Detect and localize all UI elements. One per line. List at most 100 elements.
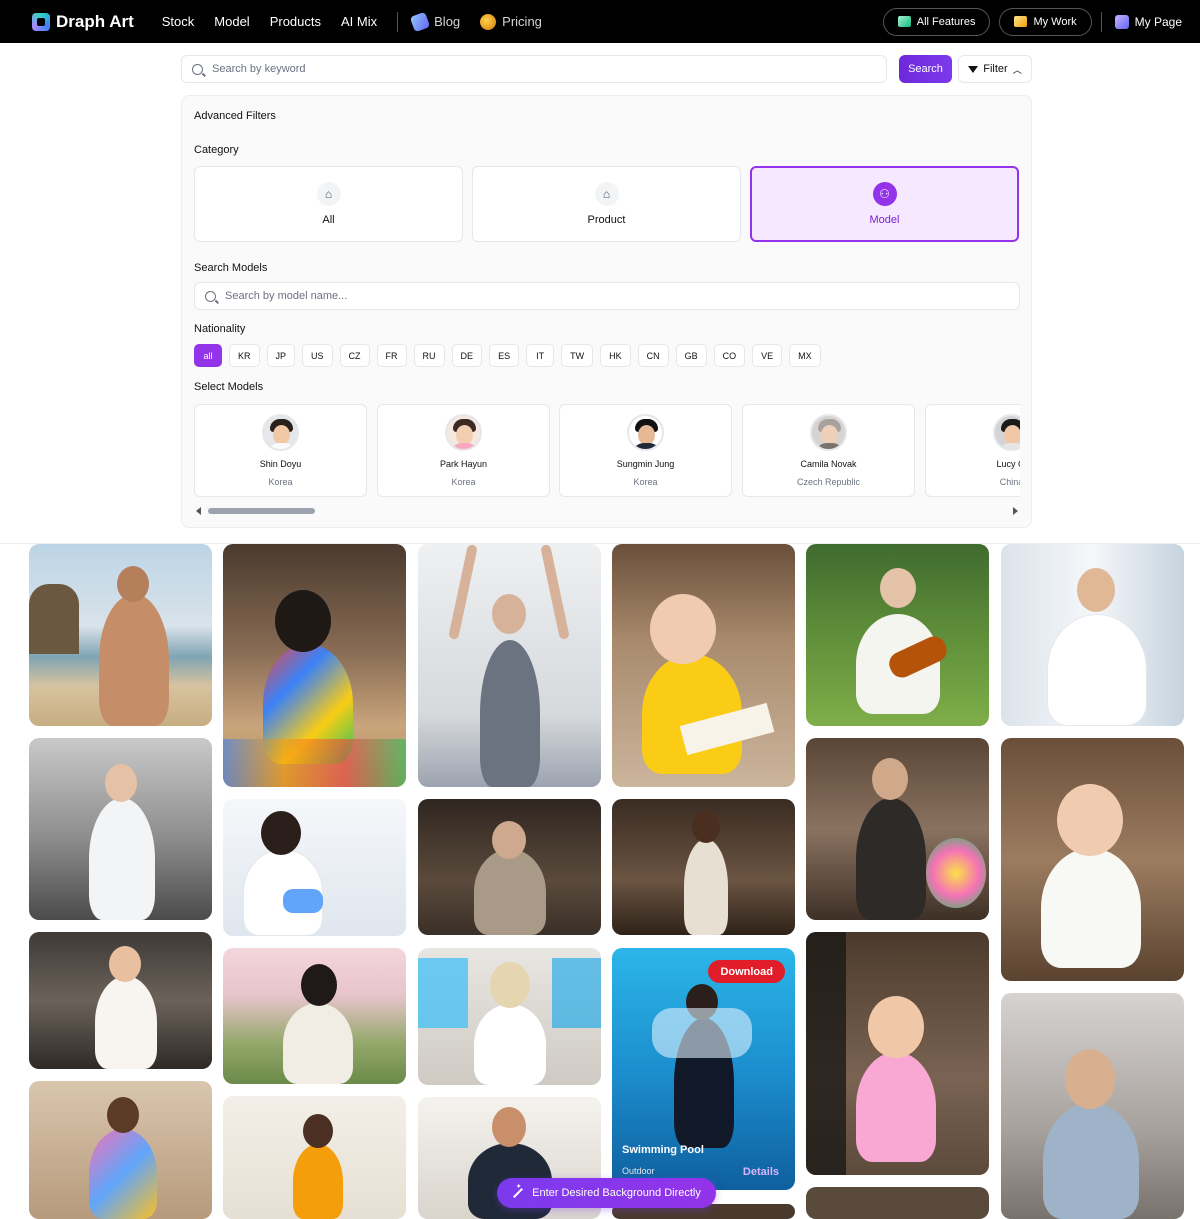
nationality-chip-jp[interactable]: JP <box>266 344 296 367</box>
nationality-chip-hk[interactable]: HK <box>600 344 631 367</box>
image-gallery: Download Swimming Pool Outdoor Details <box>0 544 1200 1219</box>
scrollbar-thumb[interactable] <box>208 508 315 514</box>
my-work-button[interactable]: My Work <box>999 7 1092 36</box>
category-model[interactable]: ⚇ Model <box>750 166 1019 242</box>
blog-icon <box>409 11 431 32</box>
keyword-search-input[interactable] <box>212 63 812 75</box>
image-title: Swimming Pool <box>622 1144 704 1156</box>
nationality-label: Nationality <box>194 323 246 335</box>
gallery-image[interactable] <box>223 1096 406 1219</box>
nationality-chip-cz[interactable]: CZ <box>339 344 370 367</box>
nationality-chip-co[interactable]: CO <box>713 344 746 367</box>
gallery-image[interactable] <box>612 799 795 935</box>
model-nationality: Czech Republic <box>796 477 861 487</box>
nav-pricing-label: Pricing <box>502 14 542 29</box>
gallery-image[interactable] <box>1001 993 1184 1219</box>
enter-background-button[interactable]: Enter Desired Background Directly <box>497 1178 716 1208</box>
all-features-button[interactable]: All Features <box>882 7 991 36</box>
draph-logo-icon <box>32 12 50 31</box>
nationality-chip-tw[interactable]: TW <box>561 344 594 367</box>
nationality-chip-ve[interactable]: VE <box>752 344 783 367</box>
gallery-image[interactable] <box>418 544 601 787</box>
nationality-chip-mx[interactable]: MX <box>789 344 821 367</box>
nav-link-stock[interactable]: Stock <box>162 14 195 29</box>
nav-link-pricing[interactable]: Pricing <box>480 13 542 30</box>
avatar <box>993 414 1020 451</box>
folder-icon <box>1014 16 1028 27</box>
nav-link-ai-mix[interactable]: AI Mix <box>341 14 377 29</box>
gallery-image[interactable] <box>223 544 406 787</box>
gallery-image[interactable] <box>806 544 989 726</box>
avatar <box>262 414 299 451</box>
nationality-chip-all[interactable]: all <box>194 344 222 367</box>
gallery-image[interactable] <box>29 738 212 920</box>
search-row: Search Filter ︿ <box>181 55 1032 83</box>
model-card[interactable]: Camila Novak Czech Republic <box>742 404 915 497</box>
gallery-image[interactable] <box>1001 738 1184 981</box>
model-nationality: China <box>999 477 1020 487</box>
home-icon: ⌂ <box>594 182 619 206</box>
model-name: Park Hayun <box>439 459 488 469</box>
coin-icon <box>480 13 497 30</box>
nav-link-model[interactable]: Model <box>214 14 249 29</box>
gallery-image[interactable] <box>29 544 212 726</box>
brand-logo[interactable]: Draph Art <box>32 12 134 32</box>
nationality-chip-ru[interactable]: RU <box>413 344 445 367</box>
gallery-image[interactable] <box>223 948 406 1084</box>
nationality-chip-de[interactable]: DE <box>451 344 483 367</box>
category-product-label: Product <box>587 214 626 226</box>
gallery-image[interactable] <box>223 799 406 936</box>
gallery-image-hovered[interactable]: Download Swimming Pool Outdoor Details <box>612 948 795 1190</box>
category-product[interactable]: ⌂ Product <box>472 166 741 242</box>
model-card[interactable]: Park Hayun Korea <box>377 404 550 497</box>
avatar <box>810 414 847 451</box>
model-carousel-scrollbar[interactable] <box>194 506 1020 516</box>
home-icon: ⌂ <box>316 182 341 206</box>
scroll-left-arrow-icon[interactable] <box>196 507 201 515</box>
nationality-chip-us[interactable]: US <box>302 344 333 367</box>
model-search-input[interactable] <box>225 290 825 302</box>
nationality-chip-fr[interactable]: FR <box>376 344 407 367</box>
model-card[interactable]: Lucy Cl China <box>925 404 1020 497</box>
model-card[interactable]: Shin Doyu Korea <box>194 404 367 497</box>
model-name: Shin Doyu <box>259 459 302 469</box>
gallery-image[interactable] <box>612 544 795 787</box>
advanced-filters-title: Advanced Filters <box>194 110 276 122</box>
gallery-image[interactable] <box>806 1187 989 1219</box>
model-nationality: Korea <box>268 477 293 487</box>
keyword-search-box <box>181 55 887 83</box>
nationality-chip-gb[interactable]: GB <box>675 344 707 367</box>
scroll-right-arrow-icon[interactable] <box>1013 507 1018 515</box>
gallery-image[interactable] <box>806 738 989 920</box>
gallery-image[interactable] <box>418 799 601 935</box>
gallery-image[interactable] <box>29 932 212 1069</box>
nationality-chip-cn[interactable]: CN <box>637 344 669 367</box>
nav-link-products[interactable]: Products <box>270 14 321 29</box>
details-link[interactable]: Details <box>743 1166 779 1178</box>
model-name: Camila Novak <box>800 459 857 469</box>
nationality-chip-es[interactable]: ES <box>489 344 520 367</box>
search-button[interactable]: Search <box>899 55 952 83</box>
nav-right: All Features My Work My Page <box>882 0 1182 43</box>
model-search-box <box>194 282 1020 310</box>
category-all[interactable]: ⌂ All <box>194 166 463 242</box>
model-name: Lucy Cl <box>996 459 1020 469</box>
my-page-label: My Page <box>1134 14 1182 29</box>
model-carousel: Shin Doyu Korea Park Hayun Korea Sungmin… <box>194 404 1020 498</box>
select-models-label: Select Models <box>194 381 264 393</box>
nationality-chip-it[interactable]: IT <box>526 344 555 367</box>
nationality-chip-kr[interactable]: KR <box>229 344 260 367</box>
my-page-link[interactable]: My Page <box>1114 14 1182 29</box>
search-models-label: Search Models <box>194 262 268 274</box>
nav-link-blog[interactable]: Blog <box>409 11 460 32</box>
gallery-image[interactable] <box>29 1081 212 1219</box>
nav-divider-right <box>1100 11 1102 32</box>
model-card[interactable]: Sungmin Jung Korea <box>559 404 732 497</box>
gallery-image[interactable] <box>806 932 989 1175</box>
gallery-image[interactable] <box>1001 544 1184 726</box>
my-work-label: My Work <box>1033 15 1077 28</box>
filter-toggle-button[interactable]: Filter ︿ <box>958 55 1032 83</box>
download-button[interactable]: Download <box>708 960 785 983</box>
gallery-image[interactable] <box>418 948 601 1085</box>
magic-wand-icon <box>513 1188 524 1198</box>
